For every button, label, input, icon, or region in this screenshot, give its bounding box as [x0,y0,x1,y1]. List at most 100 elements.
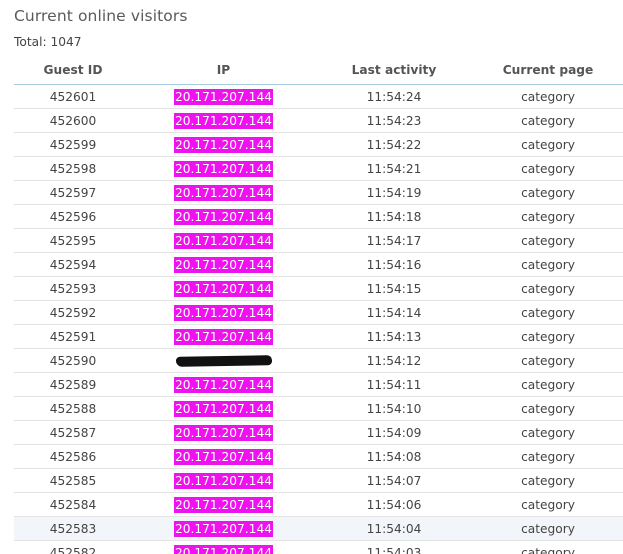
ip-address: 20.171.207.144 [174,88,273,105]
ip-address: 20.171.207.144 [174,304,273,321]
ip-address: 20.171.207.144 [174,520,273,537]
current-page-cell: category [473,372,623,397]
ip-address: 20.171.207.144 [174,184,273,201]
ip-cell: 20.171.207.144 [132,204,315,229]
last-activity-cell: 11:54:17 [315,228,473,253]
current-page-cell: category [473,492,623,517]
current-page-cell: category [473,204,623,229]
ip-address: 20.171.207.144 [174,280,273,297]
last-activity-cell: 11:54:14 [315,300,473,325]
ip-address: 20.171.207.144 [174,376,273,393]
table-row[interactable]: 452596 20.171.207.144 11:54:18 category [14,204,623,229]
guest-id-cell: 452600 [14,108,132,133]
table-row[interactable]: 452586 20.171.207.144 11:54:08 category [14,444,623,469]
table-row[interactable]: 452585 20.171.207.144 11:54:07 category [14,468,623,493]
visitors-page: Current online visitors Total: 1047 Gues… [0,0,623,554]
guest-id-cell: 452589 [14,372,132,397]
ip-cell: 20.171.207.144 [132,372,315,397]
guest-id-cell: 452584 [14,492,132,517]
ip-address: 20.171.207.144 [174,256,273,273]
column-header-current-page[interactable]: Current page [473,56,623,85]
current-page-cell: category [473,276,623,301]
ip-cell: 20.171.207.144 [132,300,315,325]
last-activity-cell: 11:54:09 [315,420,473,445]
last-activity-cell: 11:54:04 [315,516,473,541]
current-page-cell: category [473,468,623,493]
guest-id-cell: 452592 [14,300,132,325]
ip-cell: 20.171.207.144 [132,252,315,277]
ip-address: 20.171.207.144 [174,136,273,153]
guest-id-cell: 452585 [14,468,132,493]
table-row[interactable]: 452589 20.171.207.144 11:54:11 category [14,372,623,397]
current-page-cell: category [473,156,623,181]
ip-cell [132,348,315,373]
column-header-guest-id[interactable]: Guest ID [14,56,132,85]
guest-id-cell: 452594 [14,252,132,277]
ip-cell: 20.171.207.144 [132,156,315,181]
ip-cell: 20.171.207.144 [132,108,315,133]
current-page-cell: category [473,252,623,277]
table-row[interactable]: 452591 20.171.207.144 11:54:13 category [14,324,623,349]
ip-cell: 20.171.207.144 [132,396,315,421]
guest-id-cell: 452587 [14,420,132,445]
last-activity-cell: 11:54:08 [315,444,473,469]
table-row[interactable]: 452600 20.171.207.144 11:54:23 category [14,108,623,133]
ip-address: 20.171.207.144 [174,424,273,441]
table-row[interactable]: 452587 20.171.207.144 11:54:09 category [14,420,623,445]
page-title: Current online visitors [14,7,188,25]
last-activity-cell: 11:54:06 [315,492,473,517]
last-activity-cell: 11:54:10 [315,396,473,421]
guest-id-cell: 452596 [14,204,132,229]
guest-id-cell: 452588 [14,396,132,421]
visitors-table: Guest ID IP Last activity Current page 4… [14,56,623,554]
ip-cell: 20.171.207.144 [132,228,315,253]
last-activity-cell: 11:54:12 [315,348,473,373]
table-row[interactable]: 452584 20.171.207.144 11:54:06 category [14,492,623,517]
last-activity-cell: 11:54:19 [315,180,473,205]
last-activity-cell: 11:54:18 [315,204,473,229]
table-row[interactable]: 452593 20.171.207.144 11:54:15 category [14,276,623,301]
last-activity-cell: 11:54:03 [315,540,473,554]
ip-address: 20.171.207.144 [174,328,273,345]
table-row[interactable]: 452590 11:54:12 category [14,348,623,373]
table-row[interactable]: 452592 20.171.207.144 11:54:14 category [14,300,623,325]
last-activity-cell: 11:54:23 [315,108,473,133]
table-row[interactable]: 452588 20.171.207.144 11:54:10 category [14,396,623,421]
ip-address: 20.171.207.144 [174,160,273,177]
ip-cell: 20.171.207.144 [132,84,315,109]
current-page-cell: category [473,444,623,469]
column-header-last-activity[interactable]: Last activity [315,56,473,85]
ip-cell: 20.171.207.144 [132,276,315,301]
current-page-cell: category [473,300,623,325]
ip-cell: 20.171.207.144 [132,180,315,205]
column-header-ip[interactable]: IP [132,56,315,85]
current-page-cell: category [473,228,623,253]
last-activity-cell: 11:54:21 [315,156,473,181]
guest-id-cell: 452593 [14,276,132,301]
ip-address: 20.171.207.144 [174,448,273,465]
guest-id-cell: 452591 [14,324,132,349]
current-page-cell: category [473,540,623,554]
ip-cell: 20.171.207.144 [132,516,315,541]
table-row[interactable]: 452598 20.171.207.144 11:54:21 category [14,156,623,181]
current-page-cell: category [473,348,623,373]
total-count: Total: 1047 [14,35,82,49]
last-activity-cell: 11:54:24 [315,84,473,109]
table-row[interactable]: 452601 20.171.207.144 11:54:24 category [14,84,623,109]
table-row[interactable]: 452595 20.171.207.144 11:54:17 category [14,228,623,253]
current-page-cell: category [473,132,623,157]
last-activity-cell: 11:54:13 [315,324,473,349]
current-page-cell: category [473,324,623,349]
table-row[interactable]: 452594 20.171.207.144 11:54:16 category [14,252,623,277]
last-activity-cell: 11:54:16 [315,252,473,277]
table-row[interactable]: 452582 20.171.207.144 11:54:03 category [14,540,623,554]
table-row[interactable]: 452583 20.171.207.144 11:54:04 category [14,516,623,541]
current-page-cell: category [473,108,623,133]
ip-cell: 20.171.207.144 [132,132,315,157]
guest-id-cell: 452595 [14,228,132,253]
table-row[interactable]: 452599 20.171.207.144 11:54:22 category [14,132,623,157]
current-page-cell: category [473,84,623,109]
guest-id-cell: 452601 [14,84,132,109]
table-row[interactable]: 452597 20.171.207.144 11:54:19 category [14,180,623,205]
current-page-cell: category [473,180,623,205]
